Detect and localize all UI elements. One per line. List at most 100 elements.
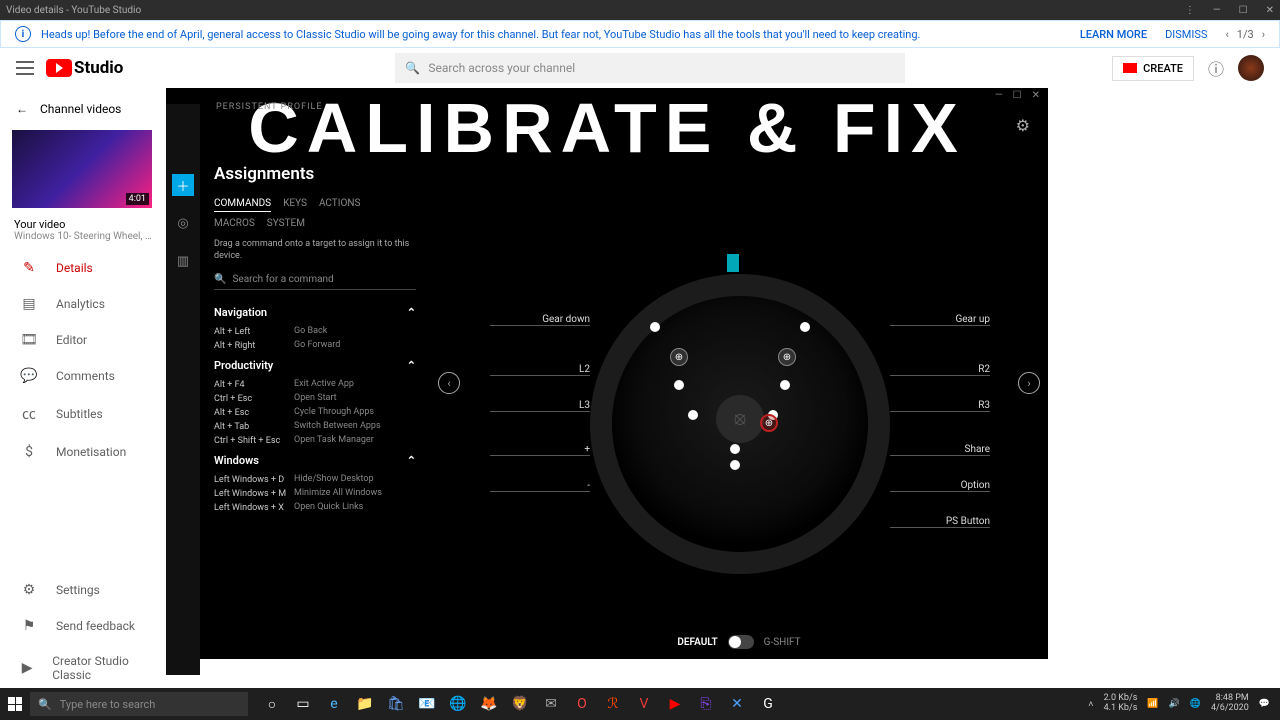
twitch-icon[interactable]: ⎘: [692, 690, 720, 718]
close-button[interactable]: ✕: [1266, 5, 1274, 16]
mail-icon[interactable]: 📧: [413, 690, 441, 718]
command-row[interactable]: Alt + F4Exit Active App: [214, 378, 416, 392]
volume-icon[interactable]: 🔊: [1169, 699, 1180, 709]
button-dot[interactable]: [674, 380, 684, 390]
button-dot[interactable]: [730, 460, 740, 470]
next-device-button[interactable]: ›: [1018, 372, 1040, 394]
command-row[interactable]: Left Windows + DHide/Show Desktop: [214, 473, 416, 487]
classic-icon: ▶: [20, 660, 34, 676]
notifications-icon[interactable]: 💬: [1259, 699, 1270, 709]
prev-device-button[interactable]: ‹: [438, 372, 460, 394]
tool-wheel-icon[interactable]: ◎: [172, 212, 194, 234]
tab-system[interactable]: SYSTEM: [267, 218, 305, 229]
settings-dots-icon[interactable]: ⋮: [1185, 5, 1195, 16]
sidebar-item-comments[interactable]: 💬Comments: [0, 358, 166, 394]
taskbar: 🔍Type here to search ○ ▭ e 📁 🛍 📧 🌐 🦊 🦁 ✉…: [0, 688, 1280, 720]
button-dot[interactable]: [688, 410, 698, 420]
command-row[interactable]: Left Windows + MMinimize All Windows: [214, 487, 416, 501]
section-navigation[interactable]: Navigation⌃: [214, 300, 416, 325]
command-row[interactable]: Ctrl + EscOpen Start: [214, 392, 416, 406]
search-input[interactable]: 🔍 Search across your channel: [395, 53, 905, 83]
studio-logo[interactable]: Studio: [46, 58, 123, 78]
video-duration: 4:01: [126, 193, 149, 205]
back-button[interactable]: ← Channel videos: [0, 96, 166, 122]
button-dot[interactable]: [780, 380, 790, 390]
command-row[interactable]: Alt + RightGo Forward: [214, 339, 416, 353]
feedback-icon: ⚑: [20, 618, 38, 634]
edge-icon[interactable]: e: [320, 690, 348, 718]
assign-target[interactable]: ⊕: [778, 348, 796, 366]
section-productivity[interactable]: Productivity⌃: [214, 353, 416, 378]
tray-expand-icon[interactable]: ˄: [1088, 699, 1093, 710]
minimize-button[interactable]: —: [1213, 5, 1221, 16]
chevron-up-icon: ⌃: [407, 454, 416, 467]
center-marker: [727, 254, 739, 272]
store-icon[interactable]: 🛍: [382, 690, 410, 718]
dismiss-button[interactable]: DISMISS: [1165, 28, 1207, 41]
youtube-icon[interactable]: ▶: [661, 690, 689, 718]
sidebar-item-details[interactable]: ✎Details: [0, 250, 166, 286]
task-view-icon[interactable]: ▭: [289, 690, 317, 718]
xd-icon[interactable]: ✕: [723, 690, 751, 718]
tab-commands[interactable]: COMMANDS: [214, 198, 271, 212]
label-share: Share: [890, 444, 990, 456]
create-button[interactable]: CREATE: [1112, 56, 1194, 81]
command-row[interactable]: Alt + LeftGo Back: [214, 325, 416, 339]
label-r2: R2: [890, 364, 990, 376]
gear-icon: ⚙: [20, 582, 38, 598]
command-search-input[interactable]: 🔍 Search for a command: [214, 270, 416, 290]
clock[interactable]: 8:48 PM 4/6/2020: [1211, 694, 1249, 714]
sidebar-item-feedback[interactable]: ⚑Send feedback: [0, 608, 166, 644]
tool-assignments-icon[interactable]: ＋: [172, 174, 194, 196]
label-gear-down: Gear down: [490, 314, 590, 326]
command-row[interactable]: Alt + EscCycle Through Apps: [214, 406, 416, 420]
learn-more-link[interactable]: LEARN MORE: [1080, 28, 1147, 41]
sidebar-item-settings[interactable]: ⚙Settings: [0, 572, 166, 608]
tool-strip: ＋ ◎ ▥: [166, 104, 200, 675]
explorer-icon[interactable]: 📁: [351, 690, 379, 718]
analytics-icon: ▤: [20, 296, 38, 312]
sidebar-item-classic[interactable]: ▶Creator Studio Classic: [0, 644, 166, 692]
start-button[interactable]: [0, 697, 30, 711]
banner-prev-icon[interactable]: ‹: [1225, 28, 1228, 41]
assign-target-selected[interactable]: ⊕: [760, 414, 778, 432]
assign-target[interactable]: ⊕: [670, 348, 688, 366]
vivaldi-icon[interactable]: V: [630, 690, 658, 718]
language-icon[interactable]: 🌐: [1190, 699, 1201, 709]
sidebar-item-monetisation[interactable]: $Monetisation: [0, 434, 166, 470]
tab-macros[interactable]: MACROS: [214, 218, 255, 229]
sidebar-item-analytics[interactable]: ▤Analytics: [0, 286, 166, 322]
chrome-icon[interactable]: 🌐: [444, 690, 472, 718]
command-row[interactable]: Left Windows + XOpen Quick Links: [214, 501, 416, 515]
button-dot[interactable]: [730, 444, 740, 454]
toggle-switch[interactable]: [728, 635, 754, 649]
tab-keys[interactable]: KEYS: [283, 198, 307, 212]
brave-icon[interactable]: 🦁: [506, 690, 534, 718]
menu-icon[interactable]: [16, 61, 34, 75]
avatar[interactable]: [1238, 55, 1264, 81]
taskbar-search-input[interactable]: 🔍Type here to search: [30, 692, 248, 716]
ps-logo-icon: ⦻: [716, 395, 764, 443]
button-dot[interactable]: [650, 322, 660, 332]
banner-next-icon[interactable]: ›: [1262, 28, 1265, 41]
ghub-icon[interactable]: G: [754, 690, 782, 718]
sidebar-item-editor[interactable]: 🎞Editor: [0, 322, 166, 358]
maximize-button[interactable]: ☐: [1239, 5, 1248, 16]
command-row[interactable]: Alt + TabSwitch Between Apps: [214, 420, 416, 434]
button-dot[interactable]: [800, 322, 810, 332]
firefox-icon[interactable]: 🦊: [475, 690, 503, 718]
tab-actions[interactable]: ACTIONS: [319, 198, 360, 212]
app-icon[interactable]: ✉: [537, 690, 565, 718]
wheel-diagram: ⦻ ‹ › Gear down L2 L3 + - Gear up R2 R3 …: [430, 104, 1048, 675]
opera-icon[interactable]: O: [568, 690, 596, 718]
cortana-icon[interactable]: ○: [258, 690, 286, 718]
section-windows[interactable]: Windows⌃: [214, 448, 416, 473]
pencil-icon: ✎: [20, 260, 38, 276]
tool-display-icon[interactable]: ▥: [172, 250, 194, 272]
wifi-icon[interactable]: 📶: [1147, 699, 1158, 709]
sidebar-item-subtitles[interactable]: ㏄Subtitles: [0, 394, 166, 434]
help-icon[interactable]: ⓘ: [1208, 56, 1224, 80]
video-thumbnail[interactable]: 4:01: [12, 130, 152, 208]
command-row[interactable]: Ctrl + Shift + EscOpen Task Manager: [214, 434, 416, 448]
reddit-icon[interactable]: ℛ: [599, 690, 627, 718]
